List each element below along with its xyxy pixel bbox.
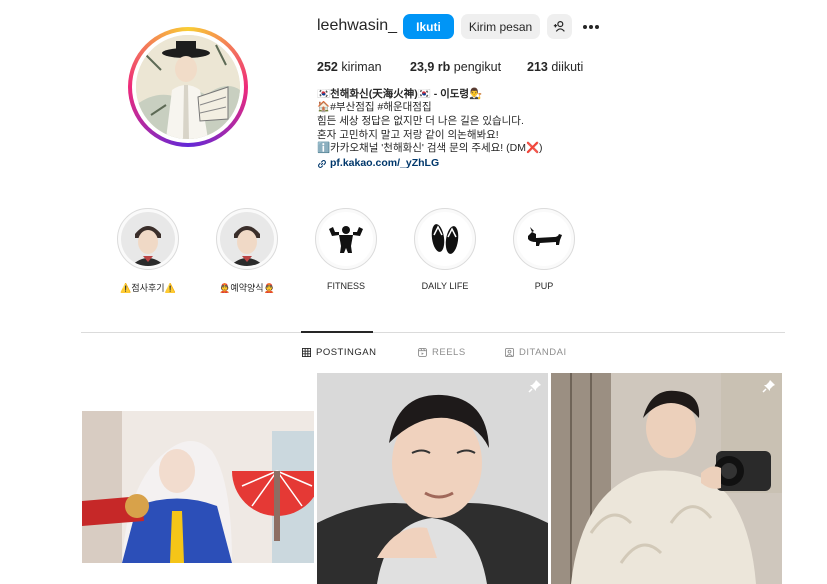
tab-posts[interactable]: POSTINGAN	[302, 347, 376, 358]
followers-count[interactable]: 23,9 rb pengikut	[410, 60, 501, 74]
tabs-divider	[81, 332, 785, 333]
highlight-label: 👲예약양식👲	[219, 283, 275, 293]
tab-tagged[interactable]: DITANDAI	[505, 347, 567, 358]
add-user-icon	[553, 21, 565, 32]
following-count[interactable]: 213 diikuti	[527, 60, 583, 74]
pinned-post-icon	[762, 380, 775, 393]
post-image	[82, 411, 314, 563]
bio-line: 혼자 고민하지 말고 저랑 같이 의논해봐요!	[317, 129, 499, 141]
dachshund-icon	[528, 227, 562, 246]
posts-count: 252 kiriman	[317, 60, 382, 74]
post-image	[551, 373, 782, 584]
bio-line: 힘든 세상 정답은 없지만 더 나은 길은 있습니다.	[317, 115, 524, 127]
highlight-label: ⚠️점사후기⚠️	[120, 283, 176, 293]
highlight-label: FITNESS	[326, 281, 365, 291]
more-options-icon[interactable]	[581, 17, 601, 37]
flip-flops-icon	[431, 224, 459, 254]
bio-link[interactable]: pf.kakao.com/_yZhLG	[317, 157, 439, 170]
tagged-icon	[505, 348, 514, 357]
active-tab-indicator	[301, 331, 373, 333]
highlight-portrait-image	[220, 212, 274, 266]
tab-reels[interactable]: REELS	[418, 347, 466, 358]
reels-icon	[418, 348, 427, 357]
post-image	[317, 373, 548, 584]
suggest-accounts-button[interactable]	[547, 14, 572, 39]
pinned-post-icon	[528, 380, 541, 393]
highlight-pup[interactable]: PUP	[513, 208, 575, 291]
username: leehwasin_	[317, 17, 398, 34]
grid-icon	[302, 348, 311, 357]
highlight-daily-life[interactable]: DAILY LIFE	[414, 208, 476, 291]
post-thumbnail[interactable]	[82, 411, 314, 563]
link-icon	[318, 159, 326, 168]
highlight-label: DAILY LIFE	[421, 281, 469, 291]
follow-button[interactable]: Ikuti	[403, 14, 454, 39]
highlight-booking-form[interactable]: 👲예약양식👲	[216, 208, 278, 294]
highlight-label: PUP	[534, 281, 554, 291]
post-thumbnail[interactable]	[317, 373, 548, 584]
bio-line: ℹ️카카오채널 '천해화신' 검색 문의 주세요! (DM❌)	[317, 142, 543, 154]
avatar-image	[136, 35, 240, 139]
bio-name: 🇰🇷천해화신(天海火神)🇰🇷 - 이도령👨‍⚖️	[317, 88, 483, 100]
send-message-button[interactable]: Kirim pesan	[461, 14, 540, 39]
highlight-fitness[interactable]: FITNESS	[315, 208, 377, 291]
muscle-icon	[329, 226, 363, 253]
post-thumbnail[interactable]	[551, 373, 782, 584]
highlight-reviews[interactable]: ⚠️점사후기⚠️	[117, 208, 179, 294]
profile-avatar[interactable]	[128, 27, 248, 147]
bio-hashtags[interactable]: 🏠#부산점집 #해운대점집	[317, 101, 432, 114]
highlight-portrait-image	[121, 212, 175, 266]
